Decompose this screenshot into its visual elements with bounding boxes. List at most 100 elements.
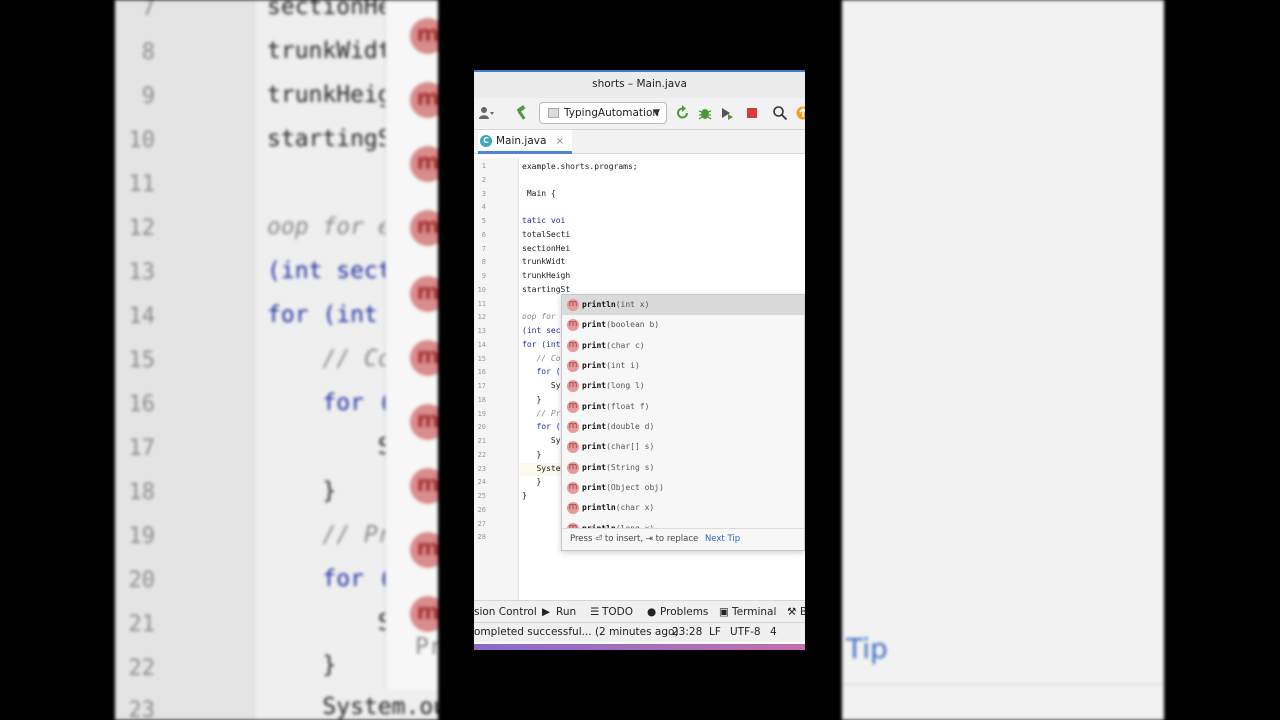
tool-problems[interactable]: Problems bbox=[660, 601, 708, 623]
run-configuration-label: TypingAutomation bbox=[564, 107, 660, 119]
line-number: 6 bbox=[481, 231, 486, 239]
completion-item[interactable]: m print(float f) bbox=[562, 397, 804, 417]
completion-signature: (boolean b) bbox=[606, 320, 660, 329]
search-icon[interactable] bbox=[772, 105, 788, 121]
update-icon[interactable] bbox=[795, 105, 805, 121]
rerun-icon[interactable] bbox=[675, 105, 691, 121]
completion-name: print bbox=[582, 402, 607, 411]
code-line: // Pri bbox=[522, 409, 566, 418]
build-icon[interactable]: ⚒ bbox=[787, 601, 796, 623]
caret-position[interactable]: 23:28 bbox=[672, 623, 702, 642]
code-line: // Col bbox=[522, 354, 566, 363]
completion-item[interactable]: m print(boolean b) bbox=[562, 315, 804, 335]
hammer-icon[interactable] bbox=[514, 105, 530, 121]
tool-todo[interactable]: TODO bbox=[602, 601, 633, 623]
stop-icon[interactable] bbox=[744, 105, 760, 121]
method-icon: m bbox=[567, 441, 579, 453]
bg-line-number: 19 bbox=[128, 524, 156, 549]
bg-line-number: 7 bbox=[141, 0, 155, 21]
bg-line-number: 11 bbox=[128, 172, 156, 197]
completion-name: print bbox=[582, 483, 607, 492]
line-number: 12 bbox=[477, 313, 486, 321]
bg-method-badge: m bbox=[410, 210, 438, 246]
completion-item[interactable]: m println(char x) bbox=[562, 498, 804, 518]
completion-item[interactable]: m print(double d) bbox=[562, 417, 804, 437]
bg-divider bbox=[842, 684, 1164, 685]
line-number: 26 bbox=[477, 506, 486, 514]
method-icon: m bbox=[567, 380, 579, 392]
method-icon: m bbox=[567, 401, 579, 413]
coverage-icon[interactable] bbox=[719, 105, 735, 121]
next-tip-link[interactable]: Next Tip bbox=[705, 534, 740, 544]
code-line: example.shorts.programs; bbox=[522, 162, 638, 171]
user-icon[interactable] bbox=[478, 105, 494, 121]
line-separator[interactable]: LF bbox=[709, 623, 721, 642]
completion-name: print bbox=[582, 422, 607, 431]
run-icon[interactable]: ▶ bbox=[542, 601, 550, 623]
tool-run[interactable]: Run bbox=[556, 601, 576, 623]
bg-line-number: 22 bbox=[128, 656, 156, 681]
bg-line-number: 15 bbox=[128, 348, 156, 373]
tab-main-java[interactable]: C Main.java × bbox=[478, 130, 573, 154]
line-number: 10 bbox=[477, 286, 486, 294]
bg-method-badge: m bbox=[410, 276, 438, 312]
code-line: } bbox=[522, 477, 542, 486]
completion-name: print bbox=[582, 361, 607, 370]
bg-line-number: 17 bbox=[128, 436, 156, 461]
todo-icon[interactable]: ☰ bbox=[590, 601, 599, 623]
line-number: 23 bbox=[477, 465, 486, 473]
status-message[interactable]: ompleted successful... (2 minutes ago) bbox=[474, 623, 679, 642]
line-number: 18 bbox=[477, 396, 486, 404]
completion-item[interactable]: m println(int x) bbox=[562, 295, 804, 315]
tool-version-control[interactable]: sion Control bbox=[474, 601, 537, 623]
bg-line-number: 18 bbox=[128, 480, 156, 505]
code-line: for (i bbox=[522, 422, 566, 431]
bg-code-line: } bbox=[267, 652, 337, 678]
completion-hint: Press ⏎ to insert, ⇥ to replace bbox=[570, 534, 699, 544]
completion-name: println bbox=[582, 300, 616, 309]
completion-signature: (float f) bbox=[606, 402, 650, 411]
line-number: 1 bbox=[481, 162, 486, 170]
code-editor[interactable]: 1 2 3 4 5 6 7 8 9 10 11 12 13 14 15 16 1… bbox=[474, 158, 805, 600]
line-number: 7 bbox=[481, 245, 486, 253]
background-zoom-left: 7 8 9 10 11 12 13 14 15 16 17 18 19 20 2… bbox=[115, 0, 438, 720]
file-encoding[interactable]: UTF-8 bbox=[730, 623, 761, 642]
bg-line-number: 12 bbox=[128, 216, 156, 241]
code-line: Sy bbox=[522, 381, 561, 390]
problems-icon[interactable]: ● bbox=[647, 601, 656, 623]
code-line: Main { bbox=[522, 189, 556, 198]
code-line: trunkWidt bbox=[522, 257, 566, 266]
tool-terminal[interactable]: Terminal bbox=[732, 601, 776, 623]
line-number: 27 bbox=[477, 520, 486, 528]
bg-method-badge: m bbox=[410, 146, 438, 182]
chevron-down-icon: ▼ bbox=[653, 108, 660, 118]
code-line: } bbox=[522, 395, 542, 404]
completion-item[interactable]: m print(Object obj) bbox=[562, 478, 804, 498]
completion-signature: (Object obj) bbox=[606, 483, 664, 492]
main-toolbar: TypingAutomation ▼ bbox=[474, 98, 805, 130]
code-line: sectionHei bbox=[522, 244, 571, 253]
line-number: 13 bbox=[477, 327, 486, 335]
run-configuration-select[interactable]: TypingAutomation ▼ bbox=[539, 102, 667, 124]
close-icon[interactable]: × bbox=[556, 136, 564, 147]
completion-item[interactable]: m print(String s) bbox=[562, 458, 804, 478]
line-number: 25 bbox=[477, 492, 486, 500]
ide-window: shorts – Main.java TypingAutomation ▼ C … bbox=[474, 70, 805, 650]
bg-code-line: System.out bbox=[322, 694, 438, 720]
window-title: shorts – Main.java bbox=[474, 72, 805, 98]
tool-window-bar: sion Control ▶ Run ☰ TODO ● Problems ▣ T… bbox=[474, 600, 805, 622]
completion-item[interactable]: m print(int i) bbox=[562, 356, 804, 376]
debug-icon[interactable] bbox=[697, 105, 713, 121]
completion-item[interactable]: m print(long l) bbox=[562, 376, 804, 396]
line-number: 11 bbox=[477, 300, 486, 308]
tool-build[interactable]: B bbox=[800, 601, 805, 623]
code-line: Sy bbox=[522, 436, 561, 445]
bg-method-badge: m bbox=[410, 532, 438, 568]
terminal-icon[interactable]: ▣ bbox=[719, 601, 729, 623]
method-icon: m bbox=[567, 482, 579, 494]
completion-item[interactable]: m print(char c) bbox=[562, 336, 804, 356]
completion-item[interactable]: m print(char[] s) bbox=[562, 437, 804, 457]
completion-signature: (int i) bbox=[606, 361, 640, 370]
bg-line-number: 20 bbox=[128, 568, 156, 593]
line-number: 20 bbox=[477, 423, 486, 431]
